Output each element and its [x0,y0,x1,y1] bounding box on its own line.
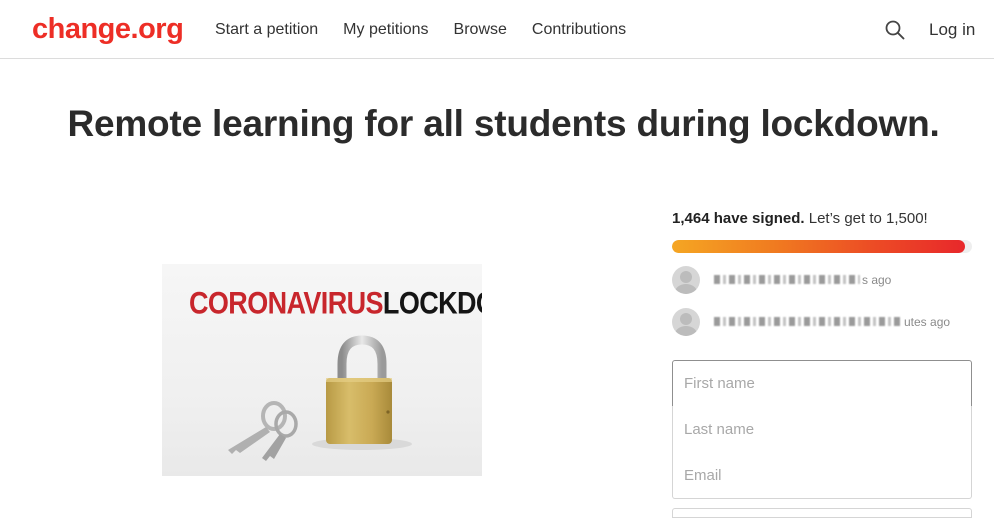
goal-text: Let’s get to 1,500! [804,210,928,227]
last-name-field[interactable] [672,406,972,453]
avatar [672,308,700,336]
first-name-field[interactable] [672,360,972,407]
signer-name: ████████ ████ ██ ███ █ ███ [714,317,902,326]
main-nav: Start a petition My petitions Browse Con… [215,19,651,41]
image-headline: CORONAVIRUSLOCKDOWN [189,286,482,321]
nav-my-petitions[interactable]: My petitions [343,19,428,41]
progress-fill [672,240,965,253]
signed-count-text: 1,464 have signed. [672,210,805,227]
nav-browse[interactable]: Browse [454,19,507,41]
petition-image: CORONAVIRUSLOCKDOWN [162,264,482,476]
recent-signer: ████████ ████ ██ ███ █ ███ utes ago [672,308,972,338]
email-field[interactable] [672,452,972,499]
avatar [672,266,700,294]
top-navigation-bar: change.org Start a petition My petitions… [0,0,994,59]
recent-signer: ██████ ███ ██ ████ s ago [672,266,972,296]
search-icon[interactable] [884,19,906,41]
signer-name: ██████ ███ ██ ████ [714,275,860,284]
login-link[interactable]: Log in [929,19,975,41]
signature-count: 1,464 have signed. Let’s get to 1,500! [672,208,928,230]
signature-progress-bar [672,240,972,253]
petition-title: Remote learning for all students during … [67,103,940,144]
nav-contributions[interactable]: Contributions [532,19,626,41]
signer-time: utes ago [904,315,951,329]
change-org-logo[interactable]: change.org [32,10,184,48]
signer-time: s ago [862,273,892,287]
next-form-field[interactable] [672,508,972,518]
nav-start-a-petition[interactable]: Start a petition [215,19,318,41]
